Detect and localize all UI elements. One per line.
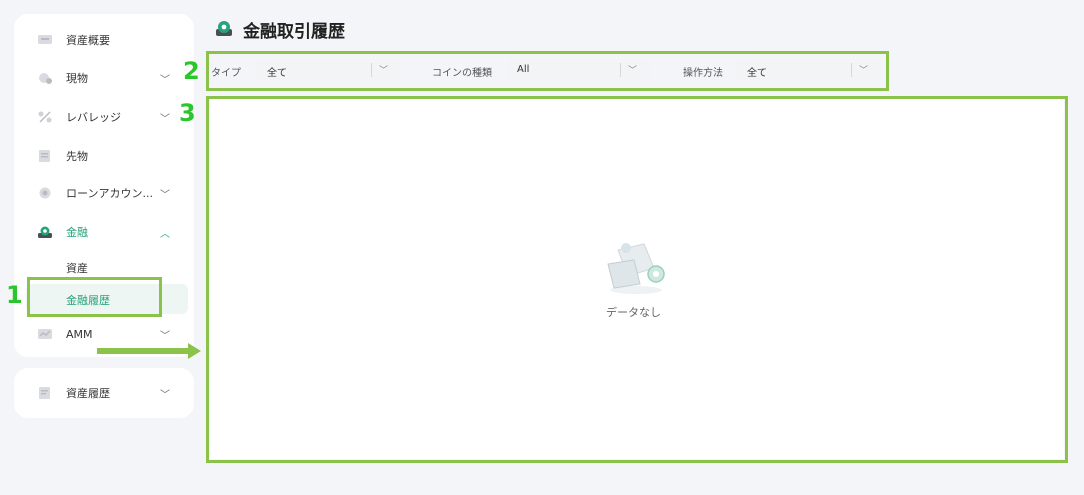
annotation-number-3: 3 [179, 99, 196, 127]
sidebar-item-label: 現物 [66, 72, 88, 85]
asset-overview-icon [38, 35, 52, 44]
sidebar-item-finance[interactable]: 金融 ︿ [14, 217, 194, 247]
loan-icon [39, 187, 51, 199]
annotation-number-1: 1 [6, 281, 23, 309]
chevron-down-icon: ﹀ [160, 74, 170, 86]
annotation-box-1 [27, 277, 162, 317]
sidebar-subitem-assets[interactable]: 資産 [66, 260, 88, 276]
chevron-up-icon: ︿ [160, 228, 170, 240]
sidebar-item-label: 資産履歴 [66, 387, 110, 400]
sidebar-item-asset-overview[interactable]: 資産概要 [14, 25, 194, 55]
chevron-down-icon: ﹀ [160, 113, 170, 125]
spot-icon [39, 73, 52, 84]
chevron-down-icon: ﹀ [160, 330, 170, 342]
sidebar-item-label: レバレッジ [66, 111, 121, 124]
annotation-box-3 [206, 96, 1068, 463]
sidebar-asset-history-card: 資産履歴 ﹀ [14, 368, 194, 418]
sidebar-item-loan-account[interactable]: ローンアカウン... ﹀ [14, 178, 194, 208]
sidebar-item-label: 金融 [66, 226, 88, 239]
annotation-arrow-head [188, 343, 201, 359]
finance-icon [38, 226, 52, 238]
sidebar-item-futures[interactable]: 先物 [14, 141, 194, 171]
sidebar-item-label: ローンアカウン... [66, 187, 153, 200]
chevron-down-icon: ﹀ [160, 189, 170, 201]
futures-icon [39, 150, 50, 162]
annotation-number-2: 2 [183, 57, 200, 85]
sidebar-item-label: 先物 [66, 150, 88, 163]
annotation-box-2 [206, 51, 889, 91]
amm-icon [38, 329, 52, 339]
annotation-arrow-shaft [97, 348, 189, 354]
asset-history-icon [39, 387, 50, 399]
sidebar-item-amm[interactable]: AMM ﹀ [14, 319, 194, 349]
sidebar-item-label: 資産概要 [66, 34, 110, 47]
finance-history-title-icon [216, 21, 232, 36]
sidebar-item-label: AMM [66, 327, 93, 341]
chevron-down-icon: ﹀ [160, 389, 170, 401]
leverage-icon [38, 111, 52, 123]
sidebar-item-leverage[interactable]: レバレッジ ﹀ [14, 102, 194, 132]
sidebar-item-spot[interactable]: 現物 ﹀ [14, 63, 194, 93]
page-title: 金融取引履歴 [243, 22, 345, 42]
sidebar-item-asset-history[interactable]: 資産履歴 ﹀ [14, 378, 194, 408]
